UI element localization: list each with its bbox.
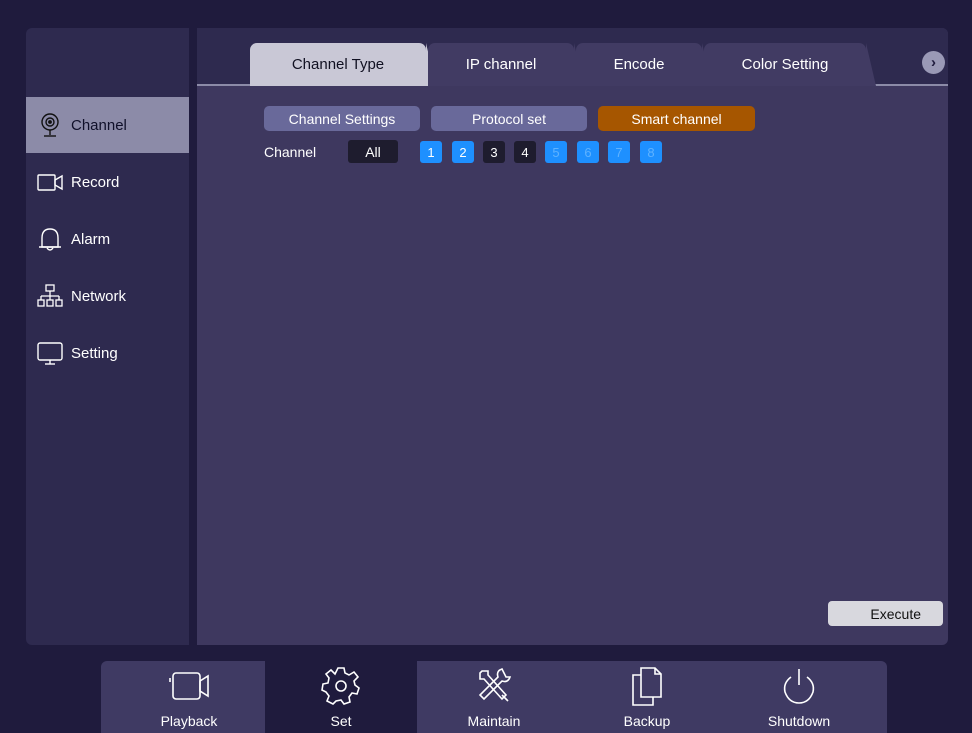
chevron-right-icon[interactable]: › (922, 51, 945, 74)
playback-button[interactable]: Playback (113, 661, 265, 733)
documents-icon (632, 667, 662, 706)
channel-4-button[interactable]: 4 (514, 141, 536, 163)
tab-ip-channel[interactable]: IP channel (428, 43, 584, 86)
network-icon (35, 281, 65, 311)
sidebar-item-label: Setting (71, 344, 118, 362)
sidebar-item-channel[interactable]: Channel (26, 97, 189, 153)
webcam-icon (35, 110, 65, 140)
tab-channel-type[interactable]: Channel Type (250, 43, 436, 86)
set-button[interactable]: Set (265, 661, 417, 733)
tab-encode[interactable]: Encode (576, 43, 712, 86)
button-label: Protocol set (472, 110, 546, 127)
tab-label: Encode (613, 56, 665, 73)
sidebar-item-label: Channel (71, 116, 127, 134)
playback-label: Playback (160, 713, 218, 729)
channel-5-button[interactable]: 5 (545, 141, 567, 163)
camera-icon (169, 672, 209, 700)
button-label: Channel Settings (288, 110, 396, 127)
shutdown-label: Shutdown (767, 713, 831, 729)
channel-label: Channel (264, 144, 317, 160)
tab-label: Color Setting (741, 56, 829, 73)
set-label: Set (330, 713, 352, 729)
button-label: Smart channel (631, 110, 722, 127)
shutdown-button[interactable]: Shutdown (723, 661, 875, 733)
maintain-label: Maintain (467, 713, 521, 729)
backup-label: Backup (623, 713, 671, 729)
sidebar-item-record[interactable]: Record (26, 154, 189, 210)
video-camera-icon (35, 167, 65, 197)
gear-icon (321, 667, 360, 705)
channel-6-button[interactable]: 6 (577, 141, 599, 163)
protocol-set-button[interactable]: Protocol set (431, 106, 587, 131)
sidebar-item-label: Record (71, 173, 120, 191)
smart-channel-button[interactable]: Smart channel (598, 106, 755, 131)
channel-2-button[interactable]: 2 (452, 141, 474, 163)
monitor-icon (35, 338, 65, 368)
channel-3-button[interactable]: 3 (483, 141, 505, 163)
sidebar-item-network[interactable]: Network (26, 268, 189, 324)
sidebar-item-setting[interactable]: Setting (26, 325, 189, 381)
sidebar-item-alarm[interactable]: Alarm (26, 211, 189, 267)
channel-7-button[interactable]: 7 (608, 141, 630, 163)
tab-label: IP channel (465, 56, 537, 73)
bell-icon (35, 224, 65, 254)
channel-1-button[interactable]: 1 (420, 141, 442, 163)
maintain-button[interactable]: Maintain (418, 661, 570, 733)
channel-all-button[interactable]: All (348, 140, 398, 163)
tab-color-setting[interactable]: Color Setting (704, 43, 876, 86)
tools-icon (478, 668, 512, 702)
sidebar: Channel Record Alarm Network Setting (26, 28, 189, 645)
sidebar-item-label: Alarm (71, 230, 111, 248)
power-icon (783, 669, 815, 704)
channel-settings-button[interactable]: Channel Settings (264, 106, 420, 131)
sidebar-item-label: Network (71, 287, 127, 305)
tab-label: Channel Type (291, 56, 385, 73)
execute-button[interactable]: Execute (828, 601, 943, 626)
backup-button[interactable]: Backup (571, 661, 723, 733)
channel-8-button[interactable]: 8 (640, 141, 662, 163)
